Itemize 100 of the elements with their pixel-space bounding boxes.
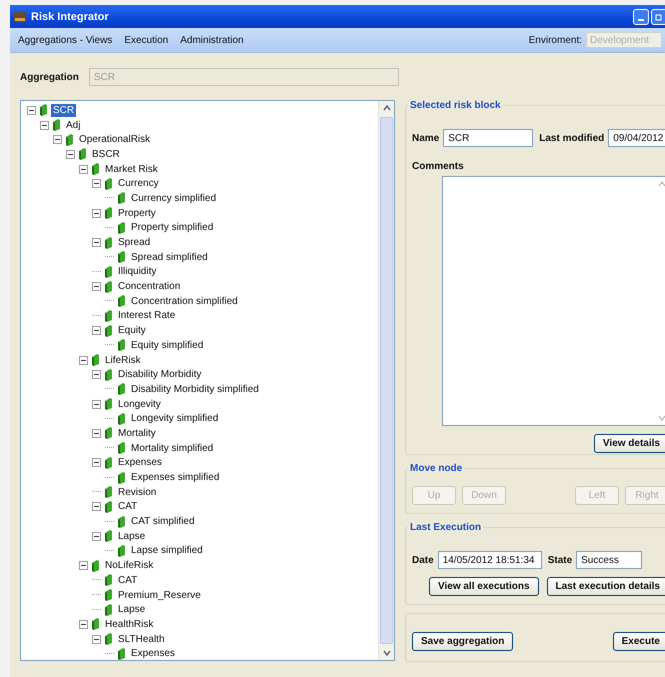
collapse-toggle[interactable] xyxy=(92,634,101,644)
book-icon xyxy=(117,648,126,660)
state-field[interactable]: Success xyxy=(576,551,642,569)
book-icon xyxy=(104,236,113,249)
tree-item[interactable]: Currency xyxy=(116,177,161,190)
tree-item[interactable]: Equity xyxy=(116,324,148,338)
tree-item[interactable]: Lapse xyxy=(116,603,148,616)
tree-item[interactable]: BSCR xyxy=(90,148,122,161)
collapse-toggle[interactable] xyxy=(92,208,101,218)
book-icon xyxy=(117,295,126,308)
collapse-toggle[interactable] xyxy=(40,120,49,130)
state-label: State xyxy=(548,554,572,566)
tree-item[interactable]: SCR xyxy=(51,104,76,117)
collapse-toggle[interactable] xyxy=(79,561,88,570)
window-title: Risk Integrator xyxy=(31,10,109,22)
collapse-toggle[interactable] xyxy=(27,106,36,115)
tree-item[interactable]: Longevity xyxy=(116,398,163,411)
collapse-toggle[interactable] xyxy=(92,502,101,512)
tree-item[interactable]: NoLifeRisk xyxy=(103,559,156,572)
tree-item[interactable]: Mortality xyxy=(116,426,158,440)
book-icon xyxy=(104,324,113,337)
execution-button[interactable]: View all executions xyxy=(428,577,539,596)
book-icon xyxy=(104,456,113,469)
tree-item[interactable]: Mortality simplified xyxy=(129,442,216,455)
collapse-toggle[interactable] xyxy=(92,326,101,336)
collapse-toggle[interactable] xyxy=(92,282,101,292)
action-button[interactable]: Execute xyxy=(612,632,665,651)
collapse-toggle[interactable] xyxy=(92,400,101,409)
tree-item[interactable]: CAT xyxy=(116,574,140,587)
tree-item[interactable]: Premium_Reserve xyxy=(116,588,203,602)
book-icon xyxy=(91,163,100,176)
tree-item[interactable]: Currency simplified xyxy=(129,192,218,205)
environment-label: Enviroment: xyxy=(528,34,582,46)
book-icon xyxy=(117,412,126,425)
scroll-thumb[interactable] xyxy=(380,117,393,644)
book-icon xyxy=(104,574,113,586)
tree-item[interactable]: Expenses simplified xyxy=(129,471,222,484)
tree-item[interactable]: Longevity simplified xyxy=(129,412,220,426)
tree-item[interactable]: SLTHealth xyxy=(116,632,167,646)
tree-item[interactable]: Revision xyxy=(116,486,158,499)
menu-item[interactable]: Execution xyxy=(124,34,168,46)
book-icon xyxy=(91,354,100,366)
collapse-toggle[interactable] xyxy=(79,164,88,174)
book-icon xyxy=(117,222,126,234)
tree-item[interactable]: Property xyxy=(116,206,158,220)
menu-item[interactable]: Aggregations - Views xyxy=(18,34,112,46)
tree-item[interactable]: CAT xyxy=(116,500,140,514)
tree-item[interactable]: CAT simplified xyxy=(129,515,197,528)
collapse-toggle[interactable] xyxy=(79,356,88,365)
book-icon xyxy=(117,516,126,528)
book-icon xyxy=(117,544,126,557)
book-icon xyxy=(104,530,113,542)
book-icon xyxy=(117,192,126,204)
book-icon xyxy=(104,266,113,278)
tree-item[interactable]: Interest Rate xyxy=(116,309,178,322)
tree-item[interactable]: Spread simplified xyxy=(129,250,210,264)
tree-item[interactable]: Concentration xyxy=(116,280,182,294)
restore-button[interactable] xyxy=(651,8,665,24)
tree-item[interactable]: Property simplified xyxy=(129,221,216,234)
book-icon xyxy=(78,148,87,160)
tree-item[interactable]: LifeRisk xyxy=(103,354,143,367)
view-details-button[interactable]: View details xyxy=(594,434,665,453)
last-modified-field[interactable]: 09/04/2012 xyxy=(608,129,665,147)
collapse-toggle[interactable] xyxy=(53,135,62,144)
tree-item[interactable]: Lapse simplified xyxy=(129,544,205,558)
collapse-toggle[interactable] xyxy=(92,238,101,248)
tree-item[interactable]: Equity simplified xyxy=(129,338,206,352)
book-icon xyxy=(104,589,113,602)
collapse-toggle[interactable] xyxy=(92,428,101,438)
action-button[interactable]: Save aggregation xyxy=(412,632,514,651)
collapse-toggle[interactable] xyxy=(92,532,101,541)
tree-item[interactable]: Concentration simplified xyxy=(129,294,240,308)
minimize-button[interactable] xyxy=(633,8,649,24)
tree-item[interactable]: Adj xyxy=(64,118,82,132)
collapse-toggle[interactable] xyxy=(92,458,101,468)
tree-item[interactable]: Spread xyxy=(116,236,152,250)
execution-button[interactable]: Last execution details xyxy=(546,577,665,596)
tree-item[interactable]: Expenses xyxy=(129,647,177,660)
collapse-toggle[interactable] xyxy=(66,150,75,159)
tree-item[interactable]: Expenses xyxy=(116,456,164,470)
collapse-toggle[interactable] xyxy=(79,620,88,629)
tree-item[interactable]: Illiquidity xyxy=(116,265,158,278)
menu-item[interactable]: Administration xyxy=(180,34,244,46)
tree-item[interactable]: OperationalRisk xyxy=(77,133,152,146)
tree-item[interactable]: Market Risk xyxy=(103,162,160,176)
date-field[interactable]: 14/05/2012 18:51:34 xyxy=(438,551,542,569)
tree-item[interactable]: Disability Morbidity simplified xyxy=(129,382,261,396)
collapse-toggle[interactable] xyxy=(92,370,101,380)
scrollbar[interactable] xyxy=(378,101,394,660)
name-label: Name xyxy=(412,132,440,144)
last-modified-label: Last modified xyxy=(539,132,604,144)
name-field[interactable]: SCR xyxy=(443,129,534,147)
book-icon xyxy=(104,500,113,513)
date-label: Date xyxy=(412,554,434,566)
book-icon xyxy=(52,119,61,132)
tree-item[interactable]: Disability Morbidity xyxy=(116,368,204,382)
tree-item[interactable]: Lapse xyxy=(116,530,148,543)
collapse-toggle[interactable] xyxy=(92,179,101,188)
tree-item[interactable]: HealthRisk xyxy=(103,618,156,631)
book-icon xyxy=(104,178,113,190)
